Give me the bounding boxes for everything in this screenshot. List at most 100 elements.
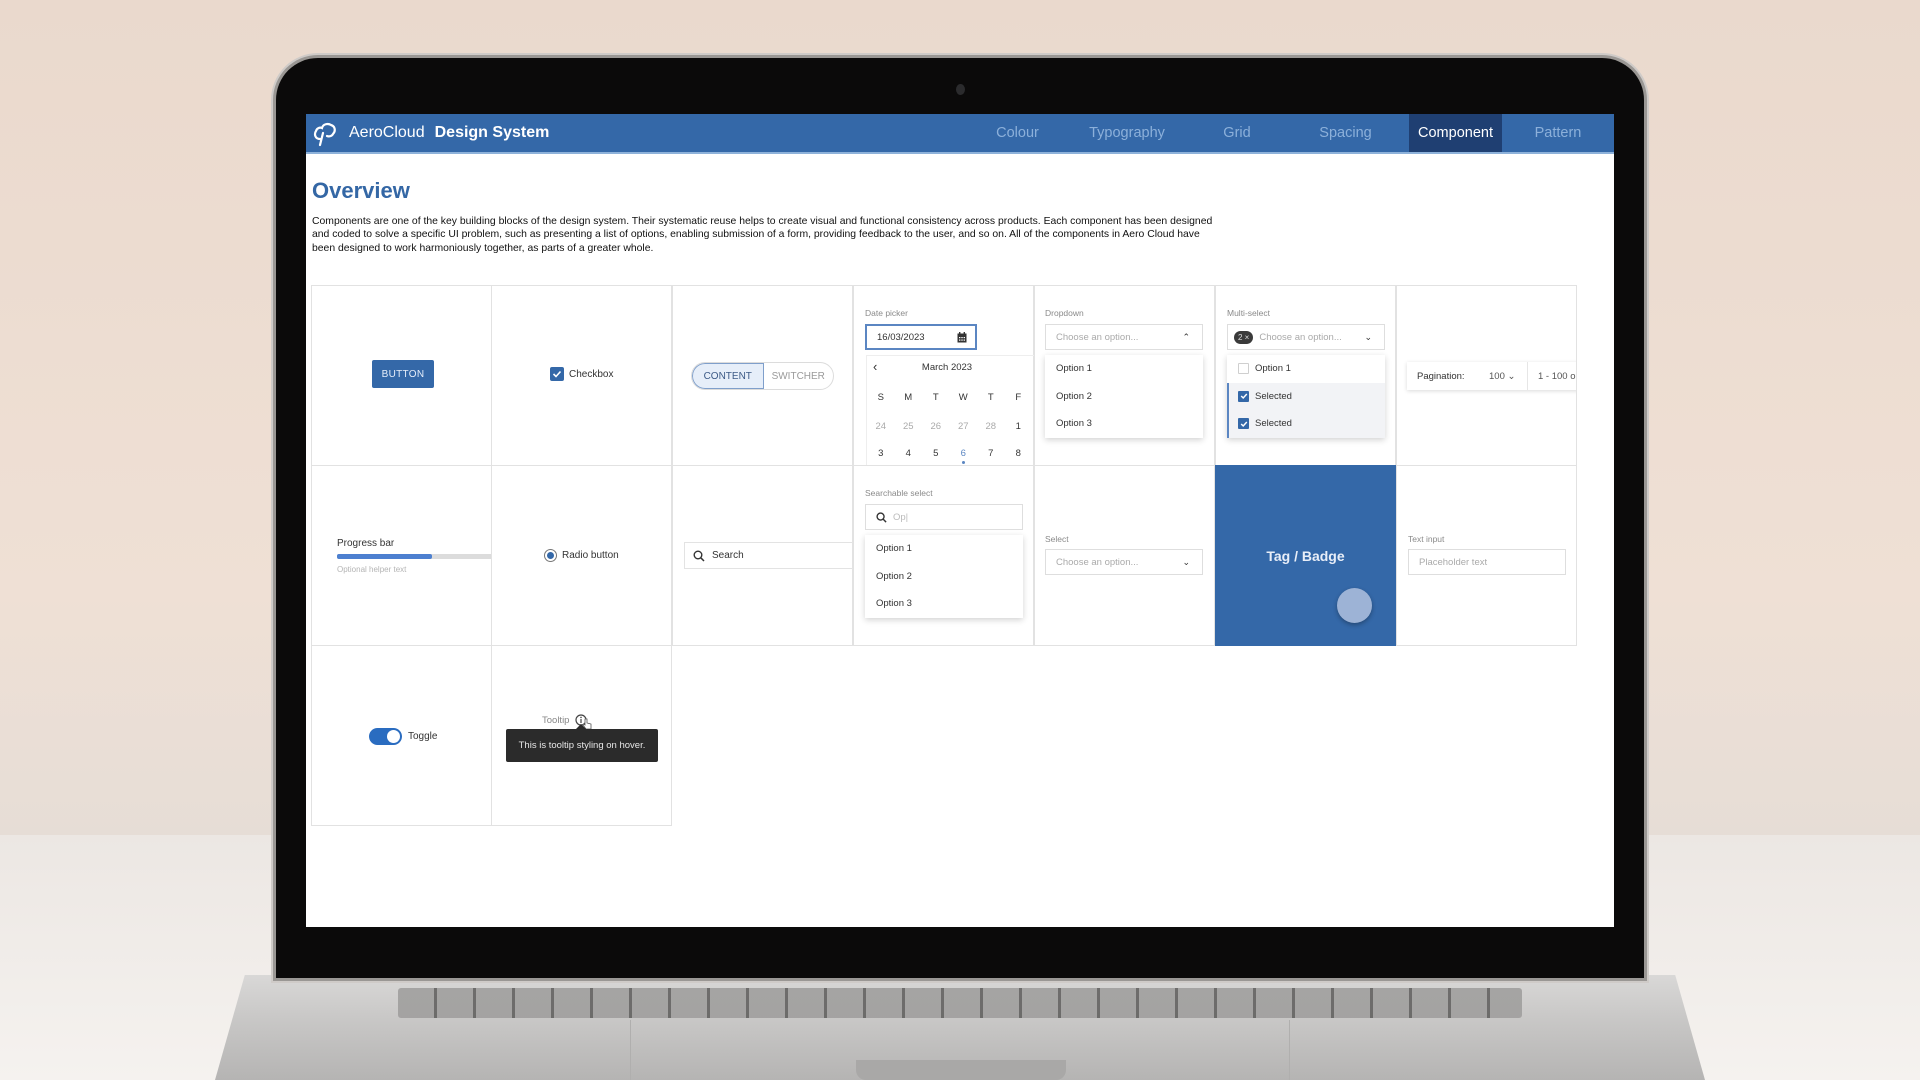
cell-button: BUTTON [311, 285, 492, 466]
brand[interactable]: AeroCloud Design System [311, 118, 549, 148]
laptop-screen: AeroCloud Design System Colour Typograph… [306, 114, 1614, 927]
chevron-down-icon: ⌄ [1182, 557, 1190, 567]
nav-item-typography[interactable]: Typography [1062, 114, 1192, 152]
search-input[interactable]: Search [684, 542, 854, 569]
cell-tooltip: Tooltip This is tooltip styling on hover… [491, 645, 672, 826]
calendar-day[interactable]: 27 [950, 421, 978, 432]
chevron-down-icon: ⌄ [1507, 370, 1516, 382]
dropdown-option[interactable]: Option 3 [1045, 410, 1203, 438]
multi-select-option[interactable]: Selected [1227, 410, 1385, 438]
calendar-day[interactable]: 7 [977, 448, 1005, 459]
page-title: Overview [312, 178, 410, 203]
searchable-select-input[interactable]: Op| [865, 504, 1023, 530]
option-label: Option 1 [1255, 363, 1291, 375]
option-checkbox[interactable] [1238, 363, 1249, 375]
calendar-day[interactable]: 28 [977, 421, 1005, 432]
toggle-knob [387, 730, 400, 743]
radio-dot [547, 552, 554, 559]
text-input[interactable]: Placeholder text [1408, 549, 1566, 575]
chevron-up-icon: ⌃ [1182, 332, 1190, 342]
calendar-day[interactable]: 25 [895, 421, 923, 432]
calendar-popup: ‹ March 2023 S M T W T F 24 25 26 27 28 … [866, 355, 1034, 467]
brand-title: Design System [434, 124, 550, 141]
option-checkbox-checked[interactable] [1238, 390, 1249, 402]
top-navigation-bar: AeroCloud Design System Colour Typograph… [306, 114, 1614, 154]
radio-label: Radio button [562, 550, 619, 561]
radio-circle[interactable] [544, 549, 557, 562]
calendar-day[interactable]: 24 [867, 421, 895, 432]
calendar-week: 24 25 26 27 28 1 [867, 421, 1032, 432]
checkbox[interactable]: Checkbox [550, 367, 613, 381]
calendar-day[interactable]: 4 [895, 448, 923, 459]
search-icon [876, 511, 887, 523]
content-switcher: CONTENT SWITCHER [691, 362, 834, 390]
option-label: Selected [1255, 418, 1292, 430]
calendar-day[interactable]: 5 [922, 448, 950, 459]
floating-circle-button[interactable] [1337, 588, 1372, 623]
nav-item-pattern[interactable]: Pattern [1502, 114, 1614, 152]
toggle-switch[interactable] [369, 728, 402, 745]
weekday: T [987, 392, 994, 403]
dropdown-option[interactable]: Option 1 [1045, 355, 1203, 383]
multi-select-menu: Option 1 Selected Selected [1227, 355, 1385, 438]
multi-select-label: Multi-select [1227, 308, 1270, 318]
primary-button[interactable]: BUTTON [372, 360, 434, 388]
weekday: F [1015, 392, 1022, 403]
nav-item-spacing[interactable]: Spacing [1282, 114, 1409, 152]
pagination-range: 1 - 100 o [1527, 362, 1576, 390]
calendar-day[interactable]: 3 [867, 448, 895, 459]
radio-button[interactable]: Radio button [544, 549, 619, 562]
calendar-day[interactable]: 8 [1005, 448, 1033, 459]
calendar-day[interactable]: 1 [1005, 421, 1033, 432]
calendar-icon[interactable] [957, 332, 967, 343]
cell-pagination: Pagination: 100 ⌄ 1 - 100 o [1396, 285, 1577, 466]
cell-dropdown: Dropdown Choose an option... ⌃ Option 1 … [1034, 285, 1215, 466]
checkbox-box[interactable] [550, 367, 564, 381]
weekday: M [904, 392, 913, 403]
selected-count-badge[interactable]: 2 × [1234, 330, 1254, 344]
multi-select-trigger[interactable]: 2 × Choose an option... ⌄ [1227, 324, 1385, 350]
multi-select-option[interactable]: Option 1 [1227, 355, 1385, 383]
searchable-option[interactable]: Option 2 [865, 563, 1023, 591]
nav-items: Colour Typography Grid Spacing Component… [973, 114, 1614, 152]
calendar-day-today[interactable]: 6 [950, 448, 978, 464]
cell-select: Select Choose an option... ⌄ [1034, 465, 1215, 646]
switcher-option-switcher[interactable]: SWITCHER [764, 363, 834, 389]
search-query: Op| [893, 511, 909, 523]
multi-select-option[interactable]: Selected [1227, 382, 1385, 410]
date-picker-label: Date picker [865, 308, 908, 318]
searchable-option[interactable]: Option 1 [865, 535, 1023, 563]
cell-checkbox: Checkbox [491, 285, 672, 466]
cell-text-input: Text input Placeholder text [1396, 465, 1577, 646]
searchable-select-label: Searchable select [865, 488, 933, 498]
laptop-lid-notch [856, 1060, 1066, 1080]
progress-helper-text: Optional helper text [337, 565, 407, 574]
nav-item-colour[interactable]: Colour [973, 114, 1062, 152]
pagination-label: Pagination: [1417, 370, 1465, 382]
cloud-logo-icon [313, 122, 336, 147]
searchable-option[interactable]: Option 3 [865, 590, 1023, 618]
weekday: T [932, 392, 939, 403]
calendar-week: 3 4 5 6 7 8 [867, 448, 1033, 464]
chevron-down-icon: ⌄ [1364, 332, 1372, 342]
calendar-day[interactable]: 26 [922, 421, 950, 432]
cell-progress-bar: Progress bar Optional helper text [311, 465, 493, 646]
dropdown-label: Dropdown [1045, 308, 1084, 318]
switcher-option-content[interactable]: CONTENT [692, 363, 764, 389]
toggle-label: Toggle [408, 731, 438, 742]
calendar-month: March 2023 [921, 362, 973, 373]
dropdown-option[interactable]: Option 2 [1045, 383, 1203, 411]
checkbox-label: Checkbox [569, 368, 614, 380]
select-trigger[interactable]: Choose an option... ⌄ [1045, 549, 1203, 575]
toggle[interactable]: Toggle [369, 728, 437, 745]
dropdown-menu: Option 1 Option 2 Option 3 [1045, 355, 1203, 438]
cell-radio: Radio button [491, 465, 672, 646]
weekday-row: S M T W T F [867, 392, 1032, 403]
date-picker-input[interactable]: 16/03/2023 [865, 324, 977, 350]
page-size-select[interactable]: 100 ⌄ [1489, 371, 1527, 382]
nav-item-grid[interactable]: Grid [1192, 114, 1282, 152]
text-input-label: Text input [1408, 534, 1445, 544]
dropdown-trigger[interactable]: Choose an option... ⌃ [1045, 324, 1203, 350]
nav-item-component[interactable]: Component [1409, 114, 1502, 152]
option-checkbox-checked[interactable] [1238, 418, 1249, 430]
